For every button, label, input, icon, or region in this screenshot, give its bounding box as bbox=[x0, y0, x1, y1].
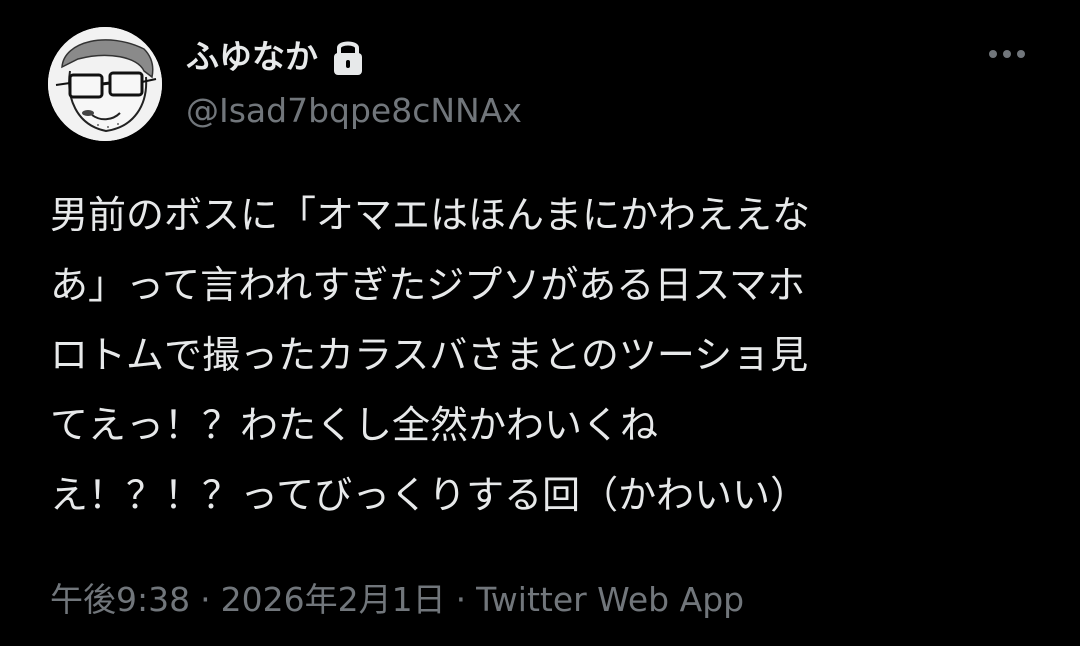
tweet-text-line: あ」って言われすぎたジプソがある日スマホ bbox=[50, 263, 806, 307]
meta-separator: · bbox=[200, 580, 211, 619]
display-name[interactable]: ふゆなか bbox=[186, 34, 318, 80]
tweet-text-line: え！？！？ってびっくりする回（かわいい） bbox=[50, 473, 809, 517]
tweet-text: 男前のボスに「オマエはほんまにかわええな あ」って言われすぎたジプソがある日スマ… bbox=[50, 180, 1030, 530]
tweet-container: ふゆなか @Isad7bqpe8cNNAx 男前のボスに「オマエはほんまにかわえ… bbox=[0, 0, 1080, 646]
meta-separator: · bbox=[455, 580, 467, 619]
tweet-time[interactable]: 午後9:38 bbox=[50, 580, 190, 619]
tweet-meta: 午後9:38 · 2026年2月1日 · Twitter Web App bbox=[50, 575, 744, 625]
tweet-date[interactable]: 2026年2月1日 bbox=[221, 580, 446, 619]
tweet-text-line: てえっ！？わたくし全然かわいくね bbox=[50, 403, 659, 447]
tweet-text-line: ロトムで撮ったカラスバさまとのツーショ見 bbox=[50, 333, 809, 377]
lock-icon bbox=[330, 37, 366, 77]
avatar[interactable] bbox=[48, 27, 162, 141]
more-horizontal-icon[interactable] bbox=[983, 40, 1031, 68]
user-handle[interactable]: @Isad7bqpe8cNNAx bbox=[186, 88, 522, 134]
avatar-sketch-icon bbox=[48, 27, 162, 141]
tweet-text-line: 男前のボスに「オマエはほんまにかわええな bbox=[50, 193, 811, 237]
name-row: ふゆなか bbox=[186, 34, 366, 80]
tweet-source[interactable]: Twitter Web App bbox=[476, 580, 744, 619]
